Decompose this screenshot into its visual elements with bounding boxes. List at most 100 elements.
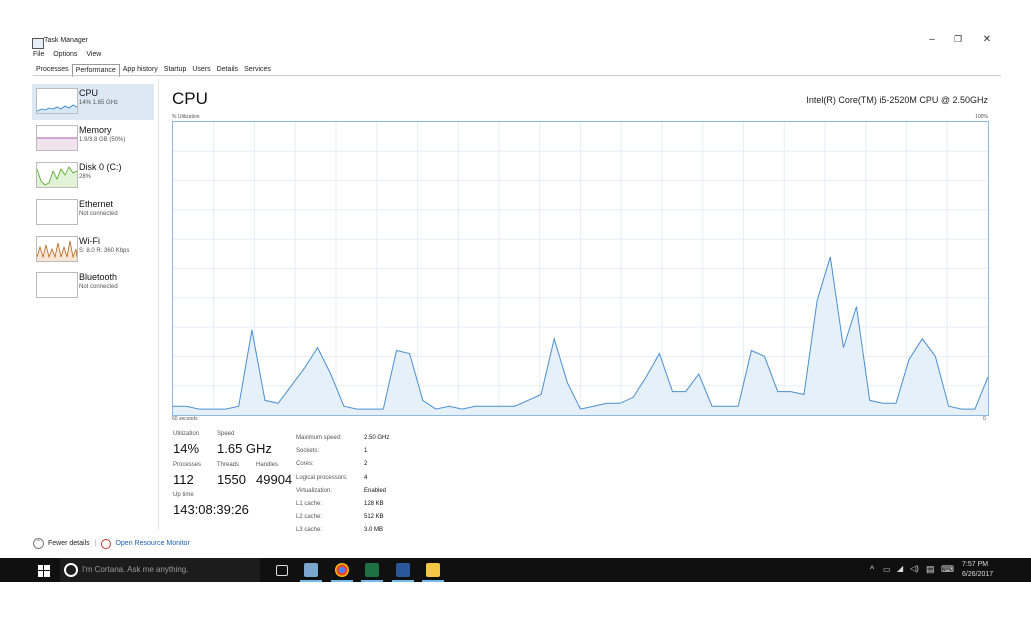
spec-row: L2 cache: 512 KB xyxy=(296,509,389,522)
clock-time[interactable]: 7:57 PM xyxy=(962,561,988,568)
sidebar-item-wifi[interactable]: Wi-Fi S: 8.0 R: 360 Kbps xyxy=(32,232,154,268)
chevron-up-icon[interactable]: ⌃ xyxy=(33,538,44,549)
utilization-value: 14% xyxy=(173,441,200,456)
speed-value: 1.65 GHz xyxy=(217,441,272,456)
spec-row: Cores: 2 xyxy=(296,456,389,469)
y-axis-min-label: 0 xyxy=(983,416,986,422)
memory-thumbnail-graph xyxy=(36,125,78,151)
menu-view[interactable]: View xyxy=(86,51,101,58)
cortana-search-box[interactable]: I'm Cortana. Ask me anything. xyxy=(60,558,260,582)
search-placeholder: I'm Cortana. Ask me anything. xyxy=(82,565,189,574)
taskbar: I'm Cortana. Ask me anything. ^ ▭ ◢ ◁) ▤… xyxy=(0,558,1031,582)
sidebar-item-label: Bluetooth xyxy=(79,272,118,282)
processes-label: Processes xyxy=(173,462,202,468)
maximize-button[interactable]: ❐ xyxy=(948,34,968,45)
x-axis-label: 60 seconds xyxy=(172,416,198,422)
active-app-indicator xyxy=(331,580,353,582)
cpu-utilization-graph xyxy=(172,121,989,416)
sidebar-item-bluetooth[interactable]: Bluetooth Not connected xyxy=(32,268,154,304)
windows-start-icon[interactable] xyxy=(38,564,50,577)
sidebar-item-detail: 28% xyxy=(79,174,92,180)
sidebar-item-detail: S: 8.0 R: 360 Kbps xyxy=(79,248,130,254)
y-axis-max-label: 100% xyxy=(975,114,988,120)
task-manager-taskbar-icon[interactable] xyxy=(304,563,318,577)
sidebar-item-label: Wi-Fi xyxy=(79,236,100,246)
excel-icon[interactable] xyxy=(365,563,379,577)
volume-icon[interactable]: ◁) xyxy=(910,564,919,573)
minimize-button[interactable]: – xyxy=(922,34,942,45)
cpu-model-name: Intel(R) Core(TM) i5-2520M CPU @ 2.50GHz xyxy=(806,95,988,105)
keyboard-icon[interactable]: ⌨ xyxy=(941,564,954,575)
footer-separator: | xyxy=(94,540,97,547)
threads-label: Threads xyxy=(217,462,240,468)
spec-value: 4 xyxy=(364,474,368,481)
sidebar-item-ethernet[interactable]: Ethernet Not connected xyxy=(32,195,154,231)
cpu-specs-list: Maximum speed: 2.50 GHz Sockets: 1 Cores: 2… xyxy=(296,430,389,536)
threads-value: 1550 xyxy=(217,472,246,487)
sidebar-item-label: Memory xyxy=(79,125,112,135)
battery-icon[interactable]: ▭ xyxy=(883,565,891,574)
menu-options[interactable]: Options xyxy=(53,51,77,58)
spec-label: Sockets: xyxy=(296,448,320,455)
file-explorer-icon[interactable] xyxy=(426,563,440,577)
bluetooth-thumbnail-graph xyxy=(36,272,78,298)
spec-row: Sockets: 1 xyxy=(296,443,389,456)
uptime-label: Up time xyxy=(173,492,194,498)
spec-value: 128 KB xyxy=(364,501,384,508)
processes-value: 112 xyxy=(173,472,194,487)
sidebar-item-cpu[interactable]: CPU 14% 1.65 GHz xyxy=(32,84,154,120)
tab-divider xyxy=(33,75,1001,76)
active-app-indicator xyxy=(361,580,383,582)
sidebar-item-disk[interactable]: Disk 0 (C:) 28% xyxy=(32,158,154,194)
chrome-icon[interactable] xyxy=(335,563,349,577)
task-manager-icon xyxy=(32,38,44,49)
speed-label: Speed xyxy=(217,431,235,437)
y-axis-label: % Utilization xyxy=(172,114,200,120)
menu-bar: File Options View xyxy=(33,51,108,58)
spec-value: 2.50 GHz xyxy=(364,435,390,441)
sidebar-item-label: CPU xyxy=(79,88,99,98)
sidebar-item-detail: Not connected xyxy=(79,284,118,290)
sidebar-item-detail: 1.9/3.8 GB (50%) xyxy=(79,137,126,143)
uptime-value: 143:08:39:26 xyxy=(173,502,249,517)
spec-label: Maximum speed: xyxy=(296,435,342,441)
spec-row: Virtualization: Enabled xyxy=(296,483,389,496)
clock-date[interactable]: 6/26/2017 xyxy=(962,571,993,578)
open-resource-monitor-link[interactable]: Open Resource Monitor xyxy=(115,540,189,547)
window-title: Task Manager xyxy=(44,37,88,44)
spec-label: Logical processors: xyxy=(296,474,348,481)
chevron-up-icon[interactable]: ^ xyxy=(870,564,874,574)
menu-file[interactable]: File xyxy=(33,51,44,58)
handles-value: 49904 xyxy=(256,472,293,487)
spec-label: L1 cache: xyxy=(296,501,323,508)
spec-row: Logical processors: 4 xyxy=(296,470,389,483)
spec-value: 2 xyxy=(364,461,368,468)
sidebar-item-label: Ethernet xyxy=(79,199,114,209)
spec-value: Enabled xyxy=(364,487,387,494)
sidebar-item-label: Disk 0 (C:) xyxy=(79,162,122,172)
spec-value: 512 KB xyxy=(364,514,384,521)
active-app-indicator xyxy=(300,580,322,582)
disk-thumbnail-graph xyxy=(36,162,78,188)
page-title: CPU xyxy=(172,89,208,108)
wifi-icon[interactable]: ◢ xyxy=(897,564,903,573)
notification-icon[interactable]: ▤ xyxy=(926,564,935,575)
close-button[interactable]: ✕ xyxy=(977,34,997,45)
sidebar-item-memory[interactable]: Memory 1.9/3.8 GB (50%) xyxy=(32,121,154,157)
fewer-details-link[interactable]: Fewer details xyxy=(48,540,90,547)
spec-row: L1 cache: 128 KB xyxy=(296,496,389,509)
spec-row: Maximum speed: 2.50 GHz xyxy=(296,430,389,443)
word-icon[interactable] xyxy=(396,563,410,577)
handles-label: Handles xyxy=(256,462,279,468)
sidebar-item-detail: Not connected xyxy=(79,211,118,217)
cpu-graph-svg xyxy=(173,122,989,415)
task-view-icon[interactable] xyxy=(276,565,288,576)
footer-bar: ⌃ Fewer details | Open Resource Monitor xyxy=(33,538,190,549)
spec-value: 3.0 MB xyxy=(364,527,384,534)
resource-monitor-icon xyxy=(101,538,112,549)
sidebar-item-detail: 14% 1.65 GHz xyxy=(79,100,119,106)
spec-label: L3 cache: xyxy=(296,527,323,534)
spec-label: Cores: xyxy=(296,461,314,468)
ethernet-thumbnail-graph xyxy=(36,199,78,225)
utilization-label: Utilization xyxy=(173,431,200,437)
